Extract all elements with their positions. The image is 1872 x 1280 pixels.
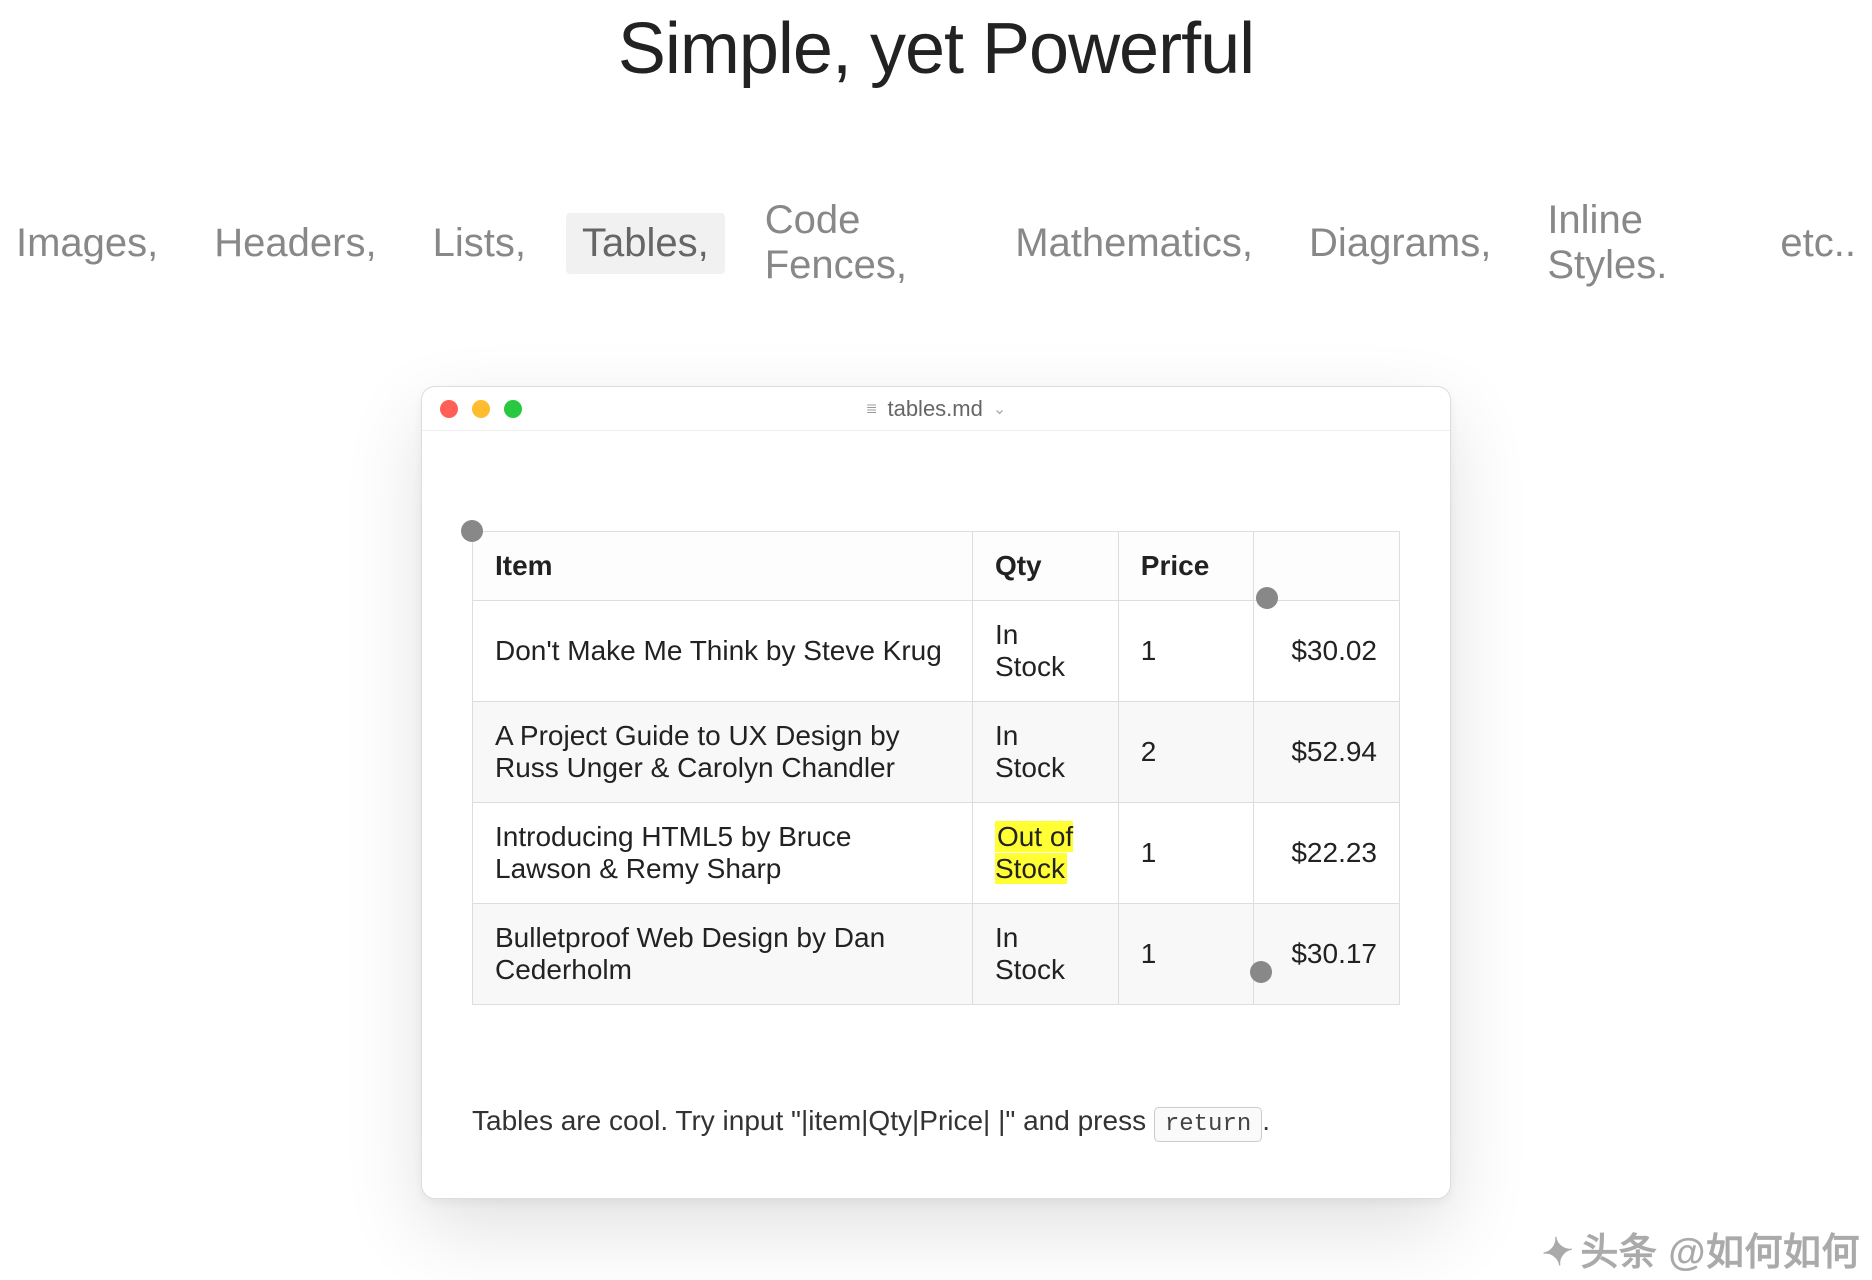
filename-label: tables.md bbox=[887, 396, 982, 422]
zoom-icon[interactable] bbox=[504, 400, 522, 418]
hint-text: Tables are cool. Try input "|item|Qty|Pr… bbox=[472, 1105, 1400, 1138]
cell-count[interactable]: 1 bbox=[1118, 601, 1253, 702]
cell-price[interactable]: $22.23 bbox=[1254, 803, 1400, 904]
cell-qty[interactable]: In Stock bbox=[972, 601, 1118, 702]
watermark: ✦头条 @如何如何 bbox=[1542, 1221, 1860, 1276]
cell-item[interactable]: A Project Guide to UX Design by Russ Ung… bbox=[473, 702, 973, 803]
window-titlebar: ≣ tables.md ⌄ bbox=[422, 387, 1450, 431]
table-row[interactable]: Introducing HTML5 by Bruce Lawson & Remy… bbox=[473, 803, 1400, 904]
chevron-down-icon: ⌄ bbox=[993, 399, 1006, 419]
table-header[interactable]: Item bbox=[473, 532, 973, 601]
tab-codefences[interactable]: Code Fences, bbox=[749, 190, 975, 296]
cell-count[interactable]: 2 bbox=[1118, 702, 1253, 803]
keycap-return: return bbox=[1154, 1107, 1262, 1142]
cell-count[interactable]: 1 bbox=[1118, 904, 1253, 1005]
file-icon: ≣ bbox=[866, 400, 878, 417]
tab-mathematics[interactable]: Mathematics, bbox=[999, 213, 1269, 274]
feature-tabs: Images, Headers, Lists, Tables, Code Fences,… bbox=[0, 190, 1872, 296]
tab-etc[interactable]: etc.. bbox=[1764, 213, 1872, 274]
tab-lists[interactable]: Lists, bbox=[417, 213, 542, 274]
tab-diagrams[interactable]: Diagrams, bbox=[1293, 213, 1507, 274]
cell-item[interactable]: Don't Make Me Think by Steve Krug bbox=[473, 601, 973, 702]
table-handle-icon[interactable] bbox=[1250, 961, 1272, 983]
table-row[interactable]: Don't Make Me Think by Steve KrugIn Stoc… bbox=[473, 601, 1400, 702]
cell-qty[interactable]: In Stock bbox=[972, 702, 1118, 803]
table-header[interactable]: Qty bbox=[972, 532, 1118, 601]
tab-images[interactable]: Images, bbox=[0, 213, 174, 274]
window-title[interactable]: ≣ tables.md ⌄ bbox=[866, 396, 1007, 422]
cell-item[interactable]: Bulletproof Web Design by Dan Cederholm bbox=[473, 904, 973, 1005]
hint-suffix: . bbox=[1262, 1105, 1270, 1136]
table-row[interactable]: A Project Guide to UX Design by Russ Ung… bbox=[473, 702, 1400, 803]
watermark-text: 头条 @如何如何 bbox=[1580, 1232, 1860, 1274]
traffic-lights bbox=[440, 400, 522, 418]
watermark-icon: ✦ bbox=[1539, 1228, 1577, 1277]
editor-content[interactable]: ItemQtyPrice Don't Make Me Think by Stev… bbox=[422, 431, 1450, 1198]
tab-headers[interactable]: Headers, bbox=[198, 213, 392, 274]
cell-price[interactable]: $52.94 bbox=[1254, 702, 1400, 803]
table-handle-icon[interactable] bbox=[461, 520, 483, 542]
tab-inlinestyles[interactable]: Inline Styles. bbox=[1531, 190, 1740, 296]
cell-item[interactable]: Introducing HTML5 by Bruce Lawson & Remy… bbox=[473, 803, 973, 904]
close-icon[interactable] bbox=[440, 400, 458, 418]
cell-qty[interactable]: Out of Stock bbox=[972, 803, 1118, 904]
table-header[interactable]: Price bbox=[1118, 532, 1253, 601]
cell-qty[interactable]: In Stock bbox=[972, 904, 1118, 1005]
cell-price[interactable]: $30.02 bbox=[1254, 601, 1400, 702]
tab-tables[interactable]: Tables, bbox=[566, 213, 725, 274]
cell-count[interactable]: 1 bbox=[1118, 803, 1253, 904]
page-title: Simple, yet Powerful bbox=[0, 8, 1872, 90]
table-wrapper: ItemQtyPrice Don't Make Me Think by Stev… bbox=[472, 531, 1400, 1005]
minimize-icon[interactable] bbox=[472, 400, 490, 418]
cell-price[interactable]: $30.17 bbox=[1254, 904, 1400, 1005]
highlight: Out of Stock bbox=[995, 821, 1073, 884]
editor-window: ≣ tables.md ⌄ ItemQtyPrice Don't Make Me… bbox=[421, 386, 1451, 1199]
table-row[interactable]: Bulletproof Web Design by Dan CederholmI… bbox=[473, 904, 1400, 1005]
table-handle-icon[interactable] bbox=[1256, 587, 1278, 609]
hint-prefix: Tables are cool. Try input "|item|Qty|Pr… bbox=[472, 1105, 1154, 1136]
